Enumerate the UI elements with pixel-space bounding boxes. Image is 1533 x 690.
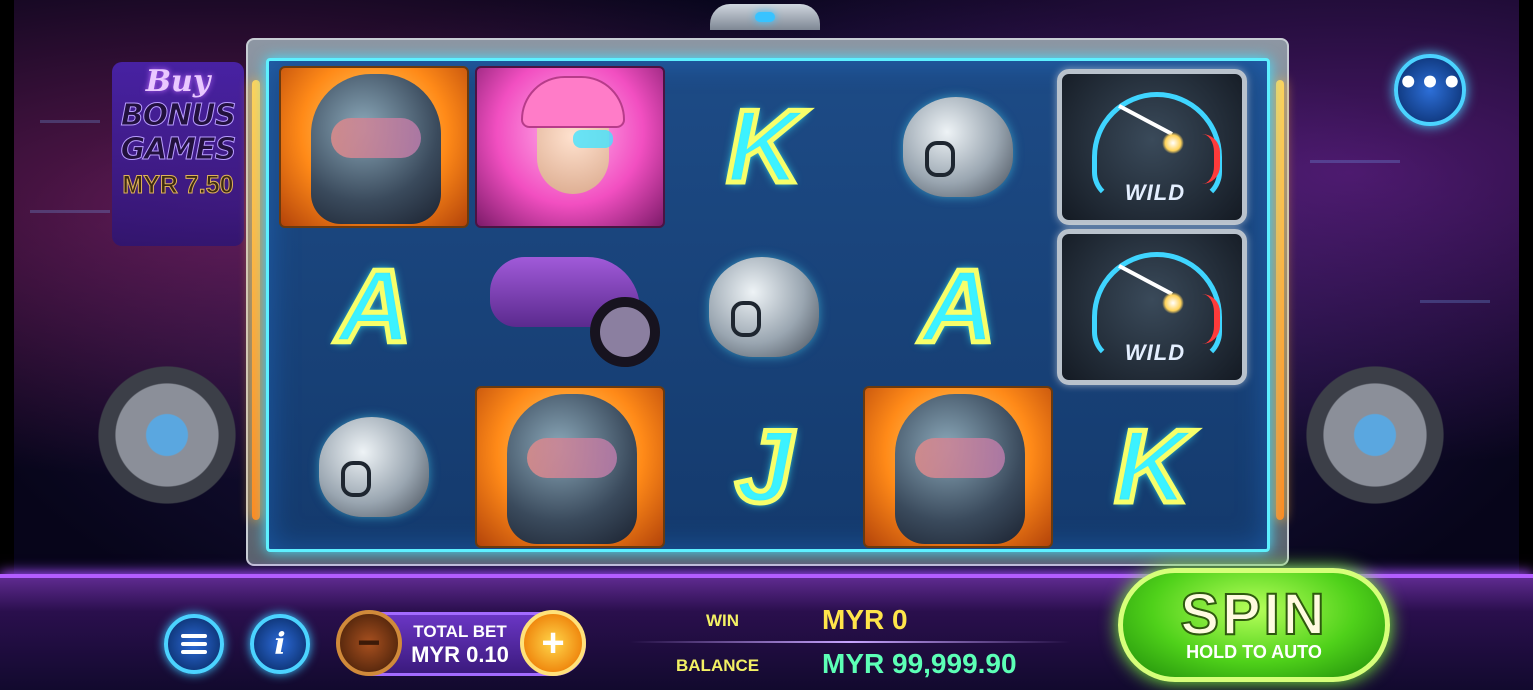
more-options-button[interactable]: ••• bbox=[1394, 54, 1466, 126]
symbol-rider-orange bbox=[863, 386, 1053, 548]
left-engine bbox=[92, 350, 242, 520]
symbol-k: K bbox=[1057, 387, 1247, 547]
buy-label: Buy bbox=[145, 64, 211, 99]
bg-light bbox=[30, 210, 110, 213]
win-label: WIN bbox=[706, 611, 740, 630]
letter-a: A bbox=[918, 246, 998, 367]
symbol-rider-orange bbox=[475, 386, 665, 548]
symbol-a: A bbox=[863, 227, 1053, 387]
total-bet-value: MYR 0.10 bbox=[411, 642, 509, 667]
symbol-wild: WILD bbox=[1057, 67, 1247, 227]
hold-to-auto-label: HOLD TO AUTO bbox=[1186, 642, 1322, 662]
symbol-j: J bbox=[669, 387, 859, 547]
right-engine bbox=[1300, 350, 1450, 520]
frame-glow-left bbox=[252, 80, 260, 520]
reel-grid: K WILD A A WILD J K bbox=[266, 58, 1270, 552]
symbol-pod bbox=[279, 387, 469, 547]
frame-glow-right bbox=[1276, 80, 1284, 520]
symbol-wild: WILD bbox=[1057, 227, 1247, 387]
symbol-k: K bbox=[669, 67, 859, 227]
balance-value: MYR 99,999.90 bbox=[822, 648, 1017, 679]
letter-k: K bbox=[1112, 406, 1192, 527]
hamburger-icon bbox=[181, 634, 207, 654]
games-label: GAMES bbox=[120, 132, 237, 167]
bg-light bbox=[1310, 160, 1400, 163]
wild-label: WILD bbox=[1124, 340, 1186, 365]
spin-label: SPIN bbox=[1179, 581, 1328, 648]
info-icon: i bbox=[274, 626, 286, 662]
frame-top-light bbox=[710, 4, 820, 30]
increase-bet-button[interactable]: + bbox=[520, 610, 586, 676]
balance-label: BALANCE bbox=[676, 656, 760, 675]
win-value: MYR 0 bbox=[822, 604, 908, 635]
info-button[interactable]: i bbox=[250, 614, 310, 674]
letter-a: A bbox=[334, 246, 414, 367]
wild-label: WILD bbox=[1124, 180, 1186, 205]
bg-light bbox=[40, 120, 100, 123]
symbol-pod bbox=[863, 67, 1053, 227]
bonus-label: BONUS bbox=[120, 98, 236, 133]
symbol-bike bbox=[475, 227, 665, 387]
decrease-bet-button[interactable]: − bbox=[336, 610, 402, 676]
menu-button[interactable] bbox=[164, 614, 224, 674]
letter-j: J bbox=[733, 406, 796, 527]
divider bbox=[630, 641, 1070, 643]
minus-icon: − bbox=[357, 620, 381, 665]
letter-k: K bbox=[724, 86, 804, 207]
symbol-pod bbox=[669, 227, 859, 387]
symbol-rider-orange bbox=[279, 66, 469, 228]
bg-light bbox=[1420, 300, 1490, 303]
total-bet-label: TOTAL BET bbox=[413, 622, 507, 641]
buy-bonus-price: MYR 7.50 bbox=[122, 171, 234, 200]
plus-icon: + bbox=[541, 620, 565, 665]
symbol-a: A bbox=[279, 227, 469, 387]
spin-button[interactable]: SPIN HOLD TO AUTO bbox=[1118, 568, 1390, 682]
buy-bonus-button[interactable]: Buy BONUS GAMES MYR 7.50 bbox=[112, 62, 244, 246]
symbol-rider-pink bbox=[475, 66, 665, 228]
more-dots-icon: ••• bbox=[1397, 63, 1463, 103]
